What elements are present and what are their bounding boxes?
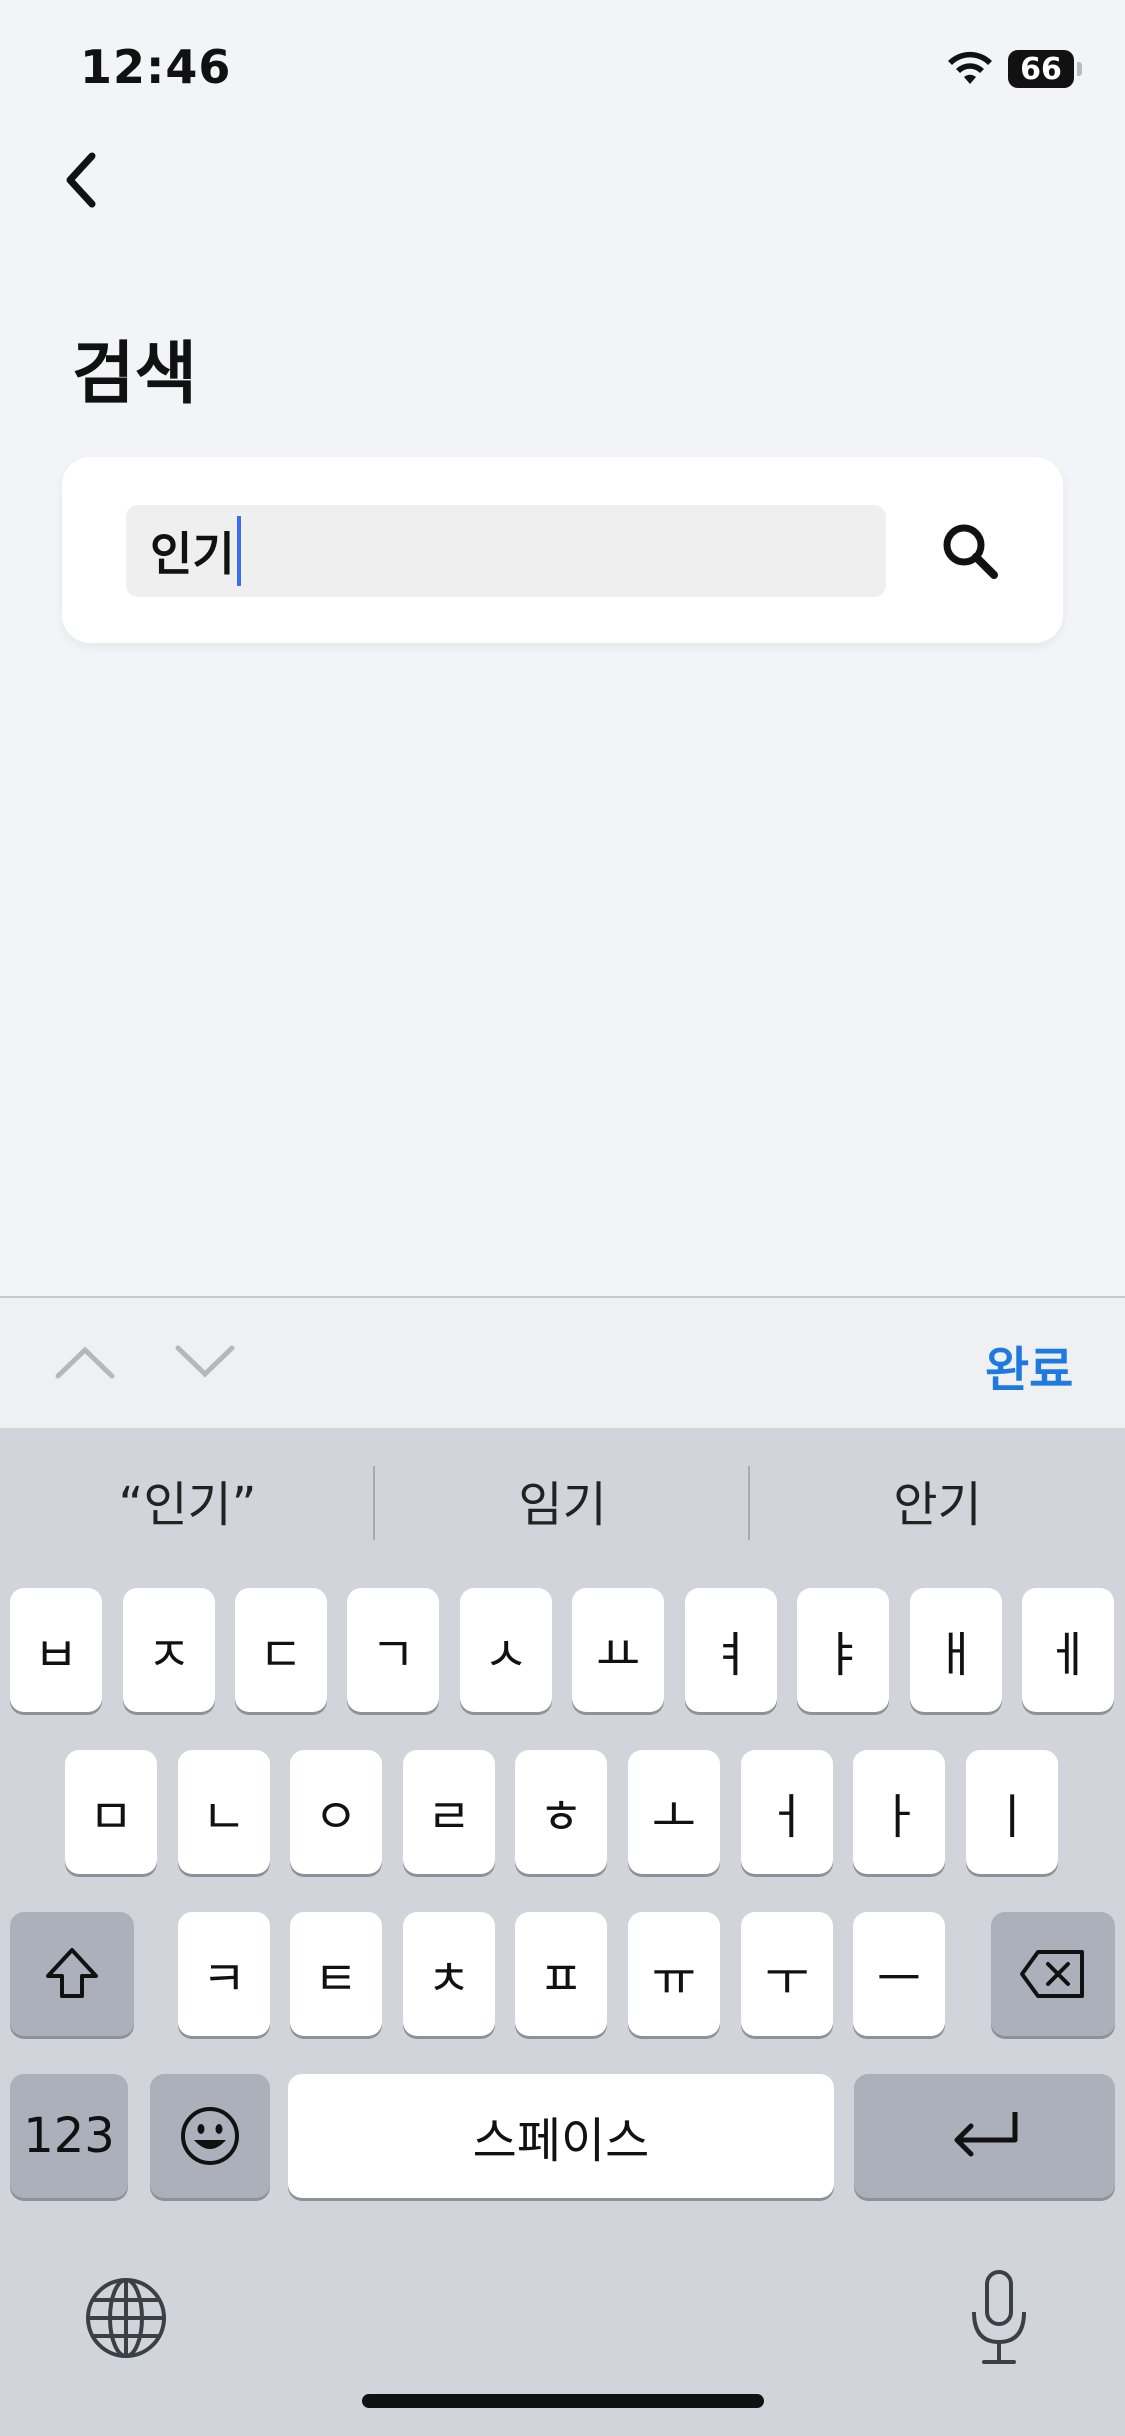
key[interactable]: ㄴ [178, 1750, 270, 1874]
battery-indicator: 66 [1008, 50, 1074, 88]
key[interactable]: ㅗ [628, 1750, 720, 1874]
key[interactable]: ㄱ [347, 1588, 439, 1712]
key[interactable]: ㅈ [123, 1588, 215, 1712]
suggestion-bar: “인기” 임기 안기 [0, 1440, 1125, 1560]
done-button[interactable]: 완료 [985, 1330, 1073, 1400]
numbers-key[interactable]: 123 [10, 2074, 128, 2198]
battery-tip [1077, 62, 1082, 76]
return-icon [954, 2112, 1017, 2157]
key[interactable]: ㅅ [460, 1588, 552, 1712]
home-indicator[interactable] [362, 2394, 764, 2408]
key[interactable]: ㅇ [290, 1750, 382, 1874]
page-title: 검색 [72, 335, 198, 414]
key[interactable]: ㅊ [403, 1912, 495, 2036]
keyboard-accessory-bar [0, 1296, 1125, 1428]
key[interactable]: ㅋ [178, 1912, 270, 2036]
key[interactable]: ㄷ [235, 1588, 327, 1712]
text-caret [236, 516, 241, 586]
key[interactable]: ㅕ [685, 1588, 777, 1712]
emoji-key[interactable] [150, 2074, 270, 2198]
shift-icon [46, 1948, 98, 1998]
delete-key[interactable] [991, 1912, 1115, 2036]
search-input-value: 인기 [150, 527, 235, 581]
backspace-icon [1020, 1950, 1084, 1998]
key[interactable]: ㅓ [741, 1750, 833, 1874]
key[interactable]: ㅌ [290, 1912, 382, 2036]
search-button[interactable] [934, 515, 1006, 587]
key[interactable]: ㅑ [797, 1588, 889, 1712]
key[interactable]: ㅎ [515, 1750, 607, 1874]
suggestion-divider [373, 1466, 375, 1540]
chevron-down-icon[interactable] [170, 1336, 240, 1386]
status-time: 12:46 [80, 40, 232, 94]
key[interactable]: ㅂ [10, 1588, 102, 1712]
suggestion-divider [748, 1466, 750, 1540]
key[interactable]: ㄹ [403, 1750, 495, 1874]
key[interactable]: ㅏ [853, 1750, 945, 1874]
key[interactable]: ㅣ [966, 1750, 1058, 1874]
key[interactable]: ㅐ [910, 1588, 1002, 1712]
suggestion-item[interactable]: 임기 [375, 1440, 750, 1560]
magnifier-icon [943, 524, 998, 579]
return-key[interactable] [854, 2074, 1115, 2198]
globe-icon[interactable] [84, 2276, 168, 2360]
key[interactable]: ㅛ [572, 1588, 664, 1712]
key[interactable]: ㅠ [628, 1912, 720, 2036]
wifi-icon [948, 51, 992, 84]
space-key[interactable]: 스페이스 [288, 2074, 834, 2198]
suggestion-item[interactable]: 안기 [750, 1440, 1125, 1560]
key[interactable]: ㅡ [853, 1912, 945, 2036]
key[interactable]: ㅔ [1022, 1588, 1114, 1712]
key[interactable]: ㅁ [65, 1750, 157, 1874]
chevron-left-icon [66, 152, 96, 208]
search-input[interactable]: 인기 [126, 505, 886, 597]
shift-key[interactable] [10, 1912, 134, 2036]
back-button[interactable] [50, 145, 110, 215]
microphone-icon[interactable] [964, 2268, 1034, 2368]
key[interactable]: ㅜ [741, 1912, 833, 2036]
chevron-up-icon[interactable] [50, 1336, 120, 1386]
key[interactable]: ㅍ [515, 1912, 607, 2036]
suggestion-item[interactable]: “인기” [0, 1440, 375, 1560]
emoji-icon [181, 2107, 239, 2165]
